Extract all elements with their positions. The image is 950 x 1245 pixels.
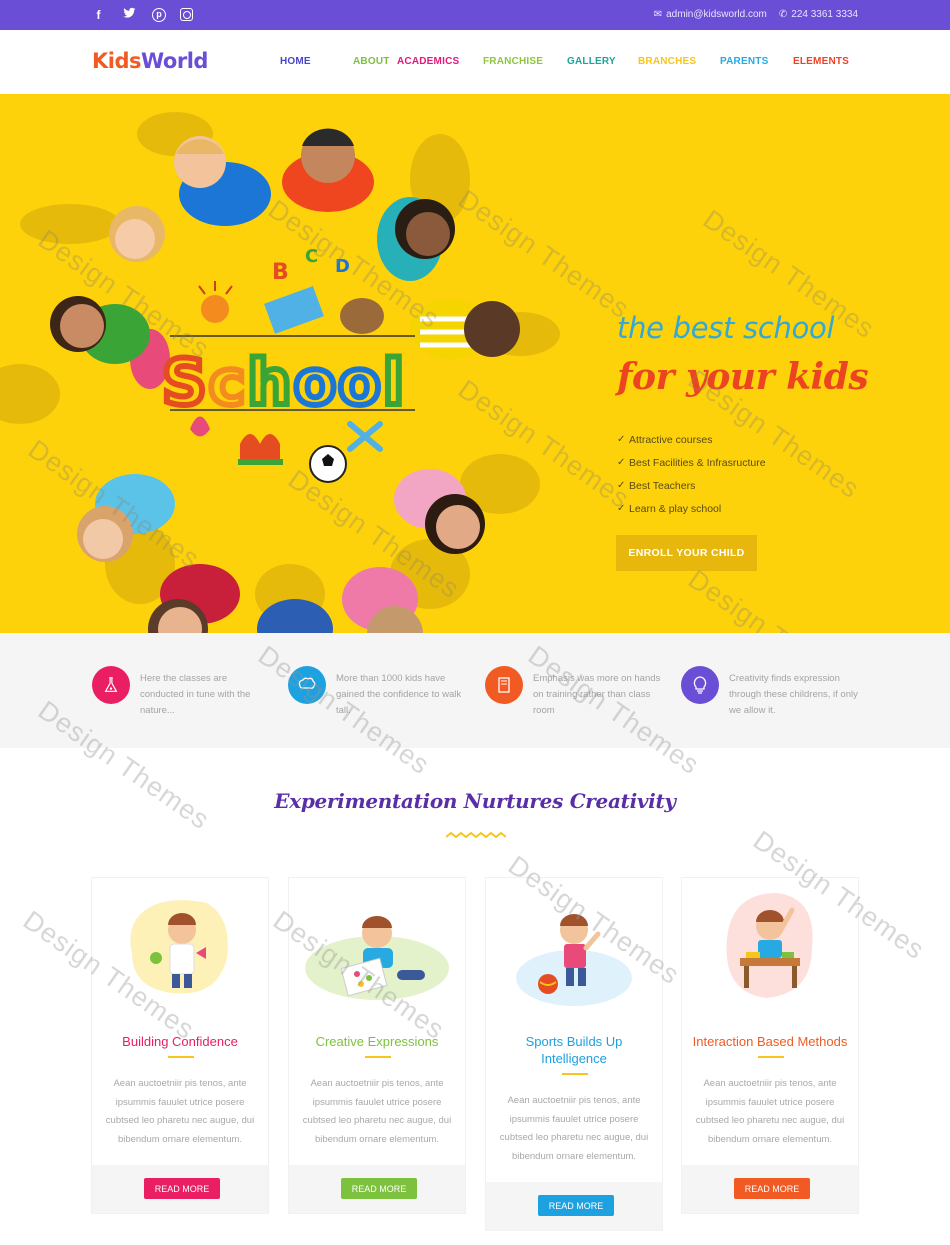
card-description: Aean auctoetniir pis tenos, ante ipsummi…: [105, 1078, 255, 1145]
enroll-button[interactable]: ENROLL YOUR CHILD: [616, 535, 757, 571]
hero-feature-item: ✓ Learn & play school: [617, 497, 766, 520]
nav-home[interactable]: HOME: [280, 56, 352, 67]
svg-text:D: D: [335, 256, 350, 277]
card-description: Aean auctoetniir pis tenos, ante ipsummi…: [695, 1078, 845, 1145]
hero-banner: B C D School the best school for your ki…: [0, 94, 950, 633]
svg-text:C: C: [305, 246, 318, 267]
classroom-kid-illustration: [726, 893, 813, 998]
brain-icon: [288, 666, 326, 704]
contact-info: ✉ admin@kidsworld.com ✆ 224 3361 3334: [654, 9, 858, 20]
feature-text: Here the classes are conducted in tune w…: [140, 673, 251, 716]
social-links: f p: [90, 7, 193, 23]
hero-feature-item: ✓ Attractive courses: [617, 428, 766, 451]
hero-feature-text: Best Facilities & Infrasructure: [629, 456, 766, 469]
logo-part-kids: Kids: [92, 49, 142, 73]
check-icon: ✓: [617, 457, 626, 468]
pinterest-icon[interactable]: p: [152, 8, 166, 22]
check-icon: ✓: [617, 434, 626, 445]
card-underline: [168, 1056, 194, 1058]
site-header: KidsWorld HOME ABOUT ACADEMICS FRANCHISE…: [0, 30, 950, 94]
check-icon: ✓: [617, 480, 626, 491]
nav-franchise[interactable]: FRANCHISE: [483, 56, 567, 67]
site-logo[interactable]: KidsWorld: [92, 49, 208, 73]
card-footer: READ MORE: [486, 1182, 662, 1230]
program-card: Interaction Based Methods Aean auctoetni…: [682, 878, 858, 1213]
program-card: Building Confidence Aean auctoetniir pis…: [92, 878, 268, 1213]
program-card: Sports Builds Up Intelligence Aean aucto…: [486, 878, 662, 1230]
svg-text:B: B: [272, 260, 289, 285]
read-more-button[interactable]: READ MORE: [538, 1195, 614, 1216]
school-doodle-text: School: [162, 346, 406, 419]
facebook-icon[interactable]: f: [90, 7, 107, 23]
hero-feature-text: Learn & play school: [629, 502, 722, 515]
card-underline: [758, 1056, 784, 1058]
hero-feature-text: Attractive courses: [629, 433, 713, 446]
read-more-button[interactable]: READ MORE: [734, 1178, 810, 1199]
drawing-kid-illustration: [305, 916, 449, 1000]
hero-feature-item: ✓ Best Teachers: [617, 474, 766, 497]
watermark-text: Design Themes: [682, 564, 865, 633]
hero-feature-item: ✓ Best Facilities & Infrasructure: [617, 451, 766, 474]
card-footer: READ MORE: [682, 1165, 858, 1213]
card-description: Aean auctoetniir pis tenos, ante ipsummi…: [302, 1078, 452, 1145]
card-title: Creative Expressions: [315, 1034, 439, 1049]
mail-icon: ✉: [653, 9, 663, 20]
feature-item: Emphasis was more on hands on training r…: [485, 666, 665, 718]
feature-text: Creativity finds expression through thes…: [729, 673, 858, 716]
feature-item: Creativity finds expression through thes…: [681, 666, 861, 718]
top-bar: f p ✉ admin@kidsworld.com ✆ 224 3361 3334: [0, 0, 950, 30]
phone-text: 224 3361 3334: [791, 9, 858, 20]
light-bulb-icon: [681, 666, 719, 704]
nav-parents[interactable]: PARENTS: [720, 56, 793, 67]
hero-tagline-top: the best school: [617, 311, 835, 345]
read-more-button[interactable]: READ MORE: [341, 1178, 417, 1199]
hero-tagline-main: for your kids: [617, 356, 869, 398]
email-contact[interactable]: ✉ admin@kidsworld.com: [654, 9, 767, 20]
book-icon: [485, 666, 523, 704]
hero-feature-text: Best Teachers: [629, 479, 696, 492]
zigzag-divider: [446, 831, 506, 839]
card-title: Sports Builds Up Intelligence: [525, 1034, 623, 1066]
hero-feature-list: ✓ Attractive courses ✓ Best Facilities & I…: [617, 428, 766, 520]
main-nav: HOME ABOUT ACADEMICS FRANCHISE GALLERY B…: [280, 56, 849, 67]
card-title: Building Confidence: [122, 1034, 238, 1049]
program-card: Creative Expressions Aean auctoetniir pi…: [289, 878, 465, 1213]
nav-academics[interactable]: ACADEMICS: [397, 56, 483, 67]
feature-item: Here the classes are conducted in tune w…: [92, 666, 272, 718]
logo-part-world: World: [141, 49, 208, 73]
nav-branches[interactable]: BRANCHES: [638, 56, 720, 67]
phone-contact[interactable]: ✆ 224 3361 3334: [779, 9, 858, 20]
card-footer: READ MORE: [92, 1165, 268, 1213]
section-title: Experimentation Nurtures Creativity: [274, 789, 676, 813]
read-more-button[interactable]: READ MORE: [144, 1178, 220, 1199]
feature-text: More than 1000 kids have gained the conf…: [336, 673, 462, 716]
scientist-kid-illustration: [130, 900, 228, 994]
feature-item: More than 1000 kids have gained the conf…: [288, 666, 468, 718]
instagram-icon[interactable]: [180, 8, 193, 21]
card-underline: [365, 1056, 391, 1058]
check-icon: ✓: [617, 503, 626, 514]
twitter-icon[interactable]: [121, 7, 138, 23]
card-footer: READ MORE: [289, 1165, 465, 1213]
card-underline: [562, 1073, 588, 1075]
sports-kid-illustration: [516, 914, 632, 1006]
email-text: admin@kidsworld.com: [666, 9, 767, 20]
feature-text: Emphasis was more on hands on training r…: [533, 673, 661, 716]
card-title: Interaction Based Methods: [692, 1034, 848, 1049]
features-strip: Here the classes are conducted in tune w…: [0, 633, 950, 748]
nav-gallery[interactable]: GALLERY: [567, 56, 638, 67]
phone-icon: ✆: [778, 9, 788, 20]
nav-elements[interactable]: ELEMENTS: [793, 56, 849, 67]
nav-about[interactable]: ABOUT: [353, 56, 398, 67]
hero-illustration: B C D School: [0, 112, 560, 633]
flask-icon: [92, 666, 130, 704]
card-description: Aean auctoetniir pis tenos, ante ipsummi…: [499, 1095, 649, 1162]
